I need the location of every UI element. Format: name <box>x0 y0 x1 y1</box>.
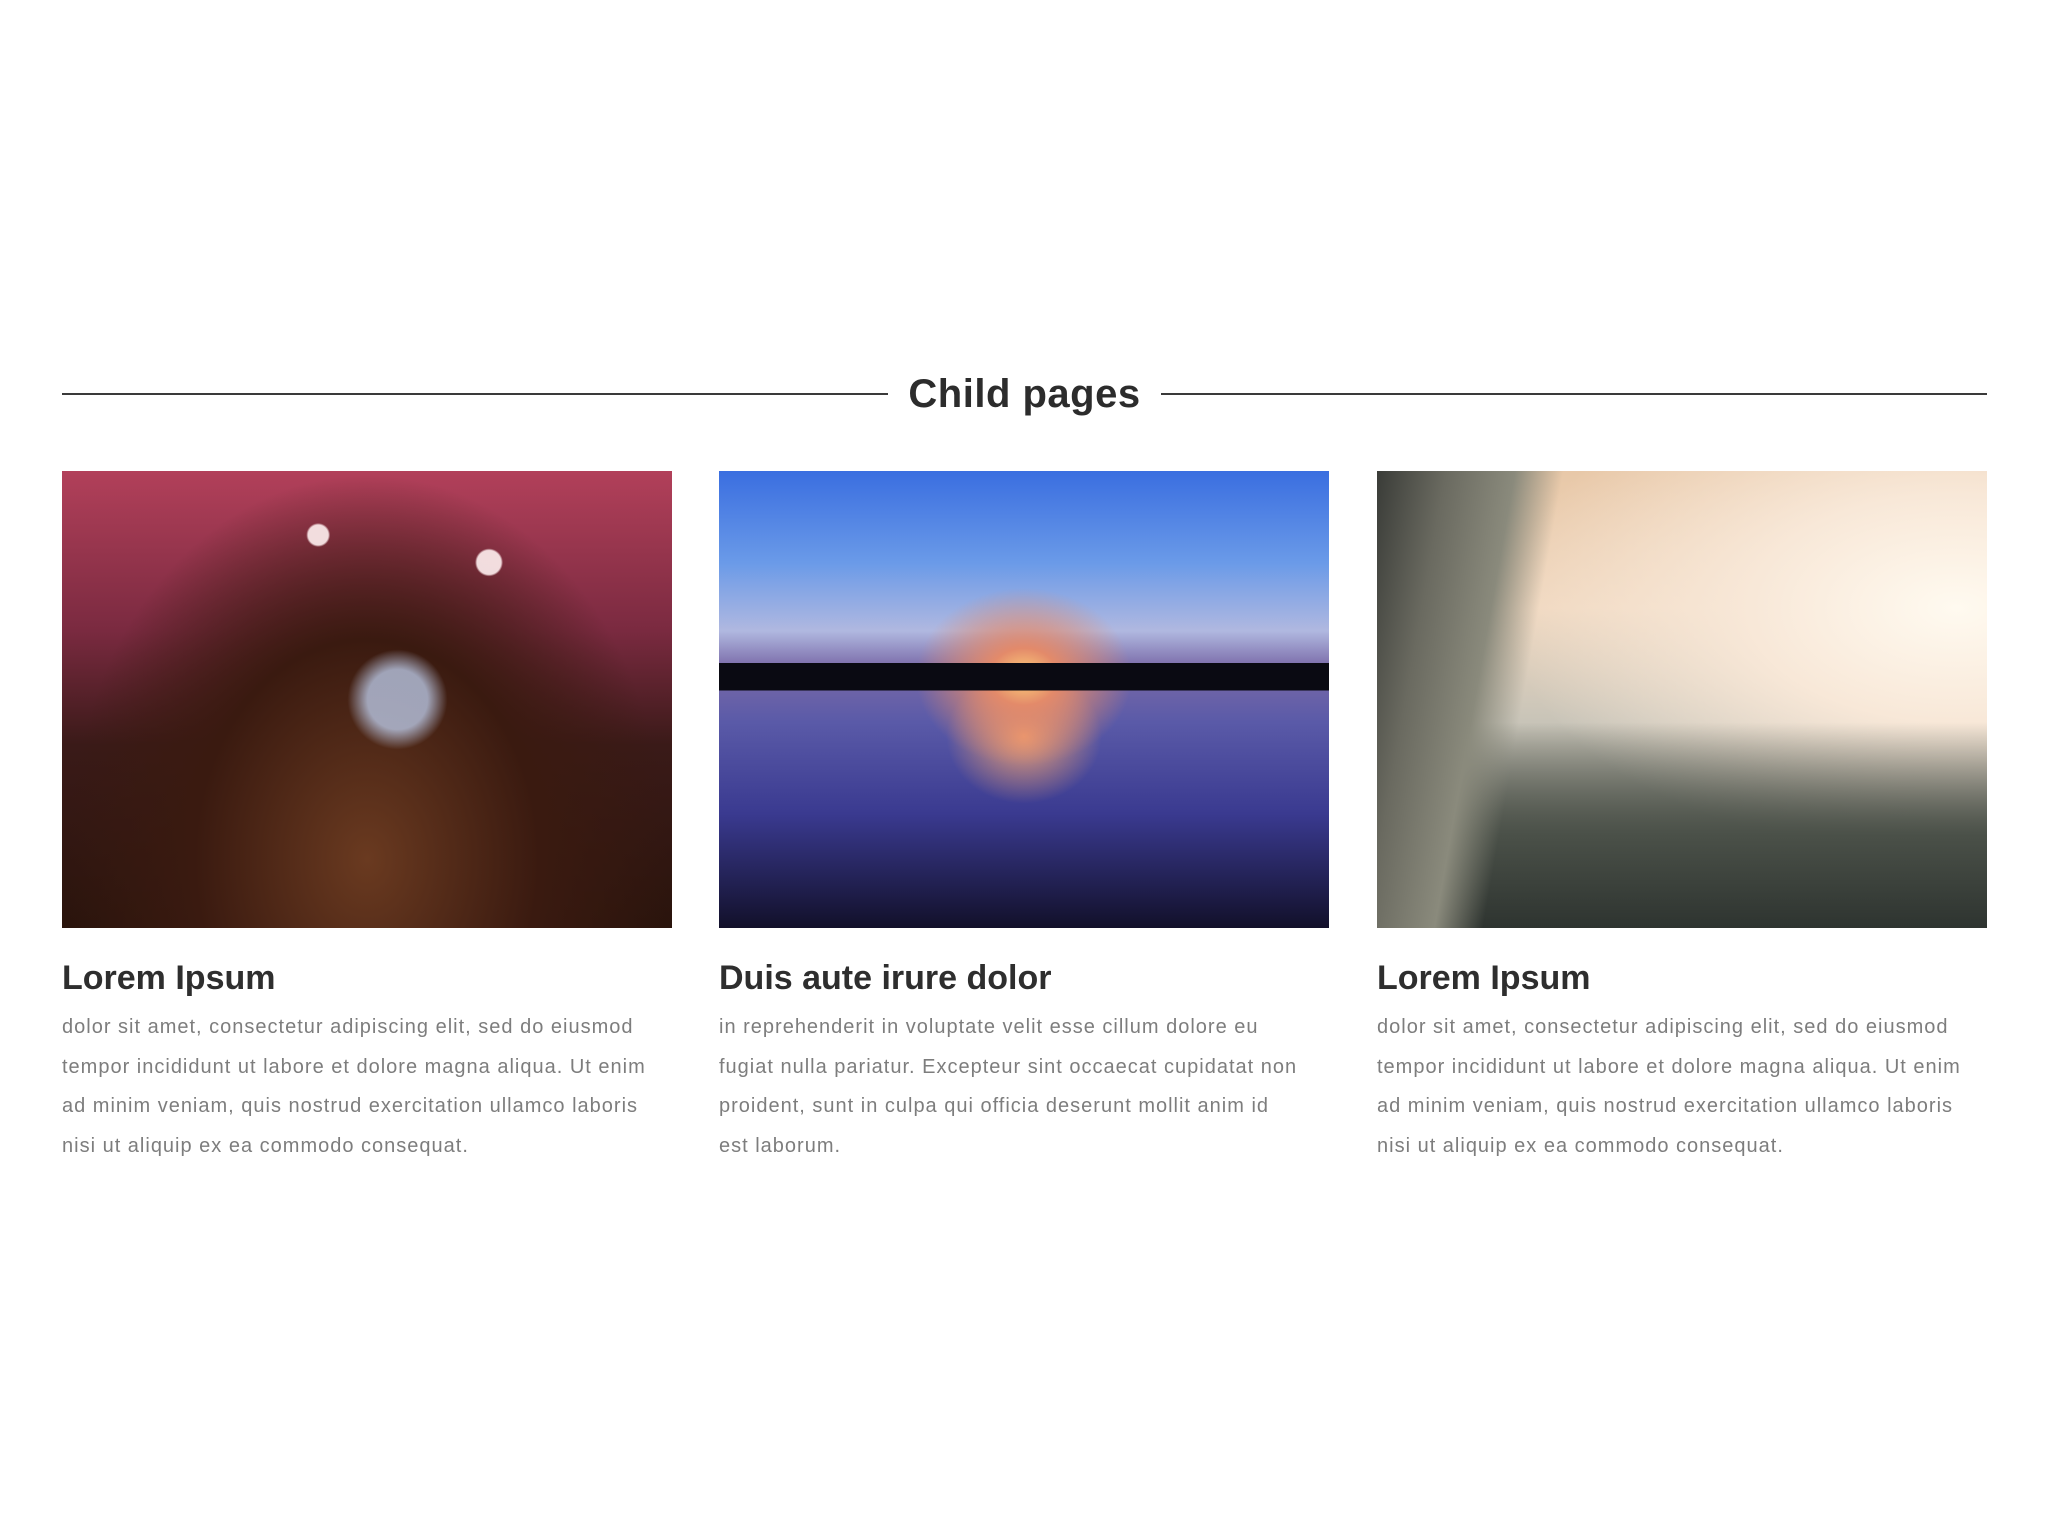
excerpt-line: est laborum. <box>719 1134 842 1157</box>
card-title[interactable]: Lorem Ipsum <box>62 956 672 1000</box>
excerpt-line: proident, sunt in culpa qui officia dese… <box>719 1095 1270 1117</box>
mountain-valley-image[interactable] <box>1377 471 1987 928</box>
sunset-lake-image[interactable] <box>719 471 1329 928</box>
divider-right <box>1160 393 1988 395</box>
excerpt-line: tempor incididunt ut labore et dolore ma… <box>1377 1055 1961 1078</box>
card-excerpt: dolor sit amet, consectetur adipiscing e… <box>1377 1008 1987 1166</box>
child-page-card: Lorem Ipsum dolor sit amet, consectetur … <box>62 471 672 1166</box>
divider-left <box>62 393 889 395</box>
excerpt-line: in reprehenderit in voluptate velit esse… <box>719 1016 1259 1038</box>
excerpt-line: ad minim veniam, quis nostrud exercitati… <box>62 1095 639 1117</box>
card-title[interactable]: Lorem Ipsum <box>1377 956 1987 1000</box>
card-excerpt: in reprehenderit in voluptate velit esse… <box>719 1008 1329 1166</box>
section-title: Child pages <box>908 371 1141 416</box>
excerpt-line: dolor sit amet, consectetur adipiscing e… <box>1377 1016 1949 1038</box>
excerpt-line: tempor incididunt ut labore et dolore ma… <box>62 1055 646 1078</box>
excerpt-line: ad minim veniam, quis nostrud exercitati… <box>1377 1095 1954 1117</box>
child-page-card: Lorem Ipsum dolor sit amet, consectetur … <box>1377 471 1987 1166</box>
card-excerpt: dolor sit amet, consectetur adipiscing e… <box>62 1008 672 1166</box>
excerpt-line: fugiat nulla pariatur. Excepteur sint oc… <box>719 1055 1298 1078</box>
excerpt-line: nisi ut aliquip ex ea commodo consequat. <box>1377 1134 1784 1157</box>
card-title[interactable]: Duis aute irure dolor <box>719 956 1329 1000</box>
section-header: Child pages <box>62 364 1988 424</box>
excerpt-line: nisi ut aliquip ex ea commodo consequat. <box>62 1134 469 1157</box>
concert-crowd-image[interactable] <box>62 471 672 928</box>
child-page-card: Duis aute irure dolor in reprehenderit i… <box>719 471 1329 1166</box>
excerpt-line: dolor sit amet, consectetur adipiscing e… <box>62 1016 634 1038</box>
